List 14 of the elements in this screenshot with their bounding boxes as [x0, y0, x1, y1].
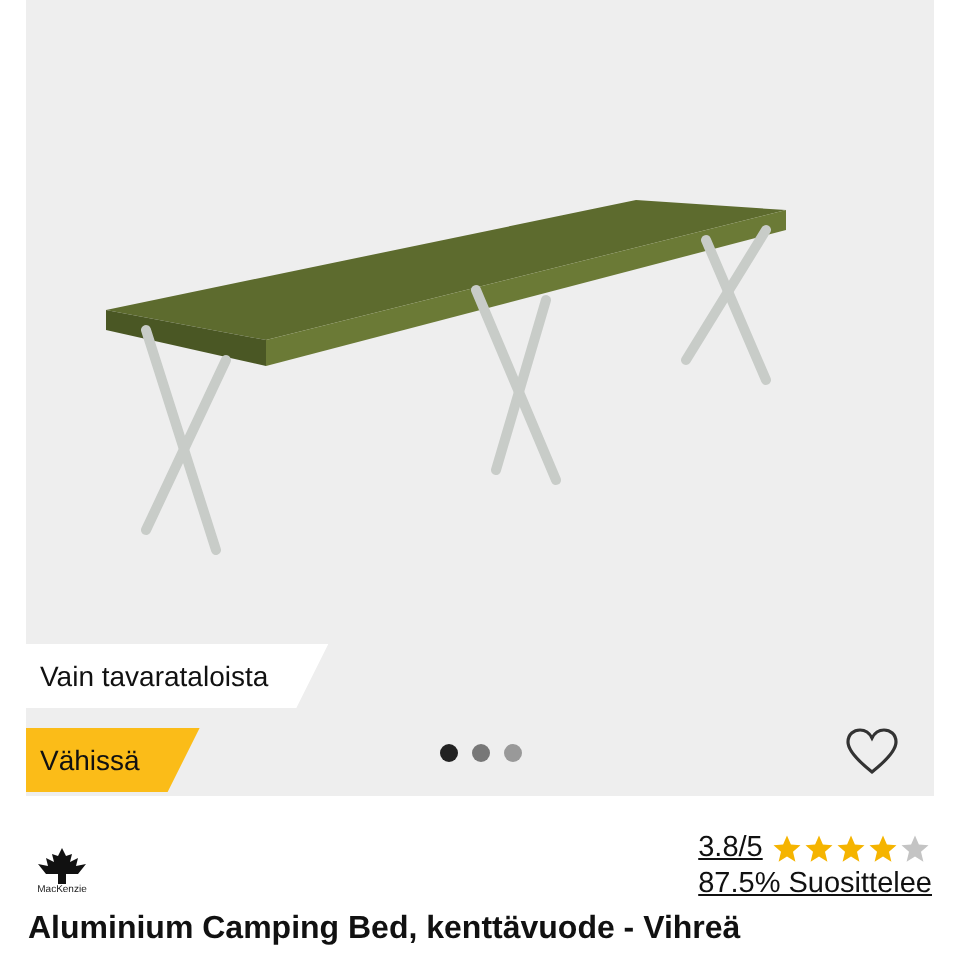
favorite-heart-button[interactable]: [846, 728, 898, 776]
star-icon: [804, 833, 835, 863]
carousel-dot[interactable]: [503, 744, 521, 762]
star-icon: [772, 833, 803, 863]
rating-score-link[interactable]: 3.8/5: [698, 832, 763, 864]
carousel-dot[interactable]: [471, 744, 489, 762]
carousel-dot[interactable]: [439, 744, 457, 762]
recommend-link[interactable]: 87.5% Suosittelee: [698, 868, 932, 900]
star-icon: [900, 833, 931, 863]
store-only-badge: Vain tavarataloista: [26, 644, 329, 708]
star-icon: [868, 833, 899, 863]
star-icon: [836, 833, 867, 863]
product-title: Aluminium Camping Bed, kenttävuode - Vihreä: [28, 912, 743, 948]
low-stock-badge: Vähissä: [26, 728, 200, 792]
